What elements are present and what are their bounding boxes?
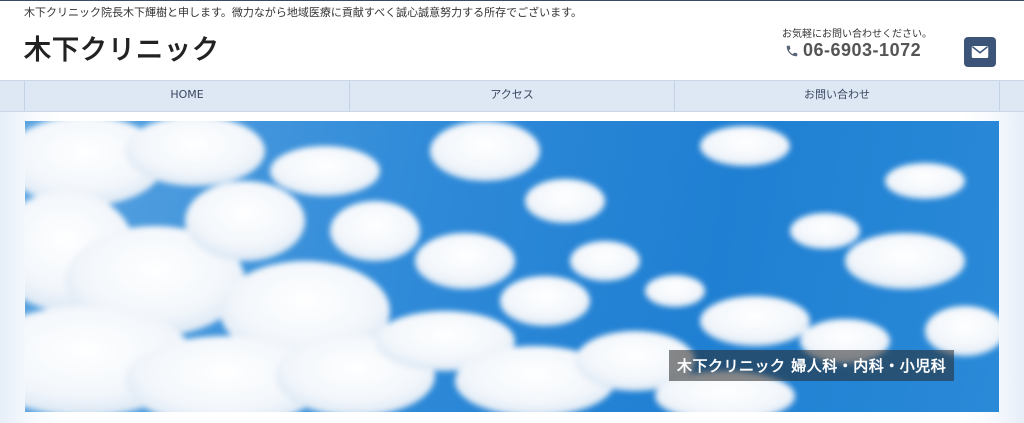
tagline: 木下クリニック院長木下輝樹と申します。微力ながら地域医療に貢献すべく誠心誠意努力…	[24, 6, 583, 19]
site-header: 木下クリニック お気軽にお問い合わせください。 06-6903-1072	[0, 20, 1024, 80]
hero-image: 木下クリニック 婦人科・内科・小児科	[25, 121, 999, 412]
contact-note: お気軽にお問い合わせください。	[782, 29, 932, 40]
global-nav: HOME アクセス お問い合わせ	[0, 80, 1024, 112]
phone-number[interactable]: 06-6903-1072	[803, 40, 921, 61]
site-title[interactable]: 木下クリニック	[24, 28, 220, 67]
phone-contact[interactable]: 06-6903-1072	[785, 40, 921, 61]
nav-item-contact[interactable]: お問い合わせ	[675, 81, 999, 111]
mail-icon	[971, 46, 989, 58]
hero-section: 木下クリニック 婦人科・内科・小児科	[0, 112, 1024, 423]
nav-item-home[interactable]: HOME	[25, 81, 350, 111]
nav-item-access[interactable]: アクセス	[350, 81, 675, 111]
mail-button[interactable]	[964, 37, 996, 67]
top-bar: 木下クリニック院長木下輝樹と申します。微力ながら地域医療に貢献すべく誠心誠意努力…	[0, 0, 1024, 20]
hero-caption: 木下クリニック 婦人科・内科・小児科	[669, 350, 955, 381]
phone-icon	[786, 45, 798, 56]
